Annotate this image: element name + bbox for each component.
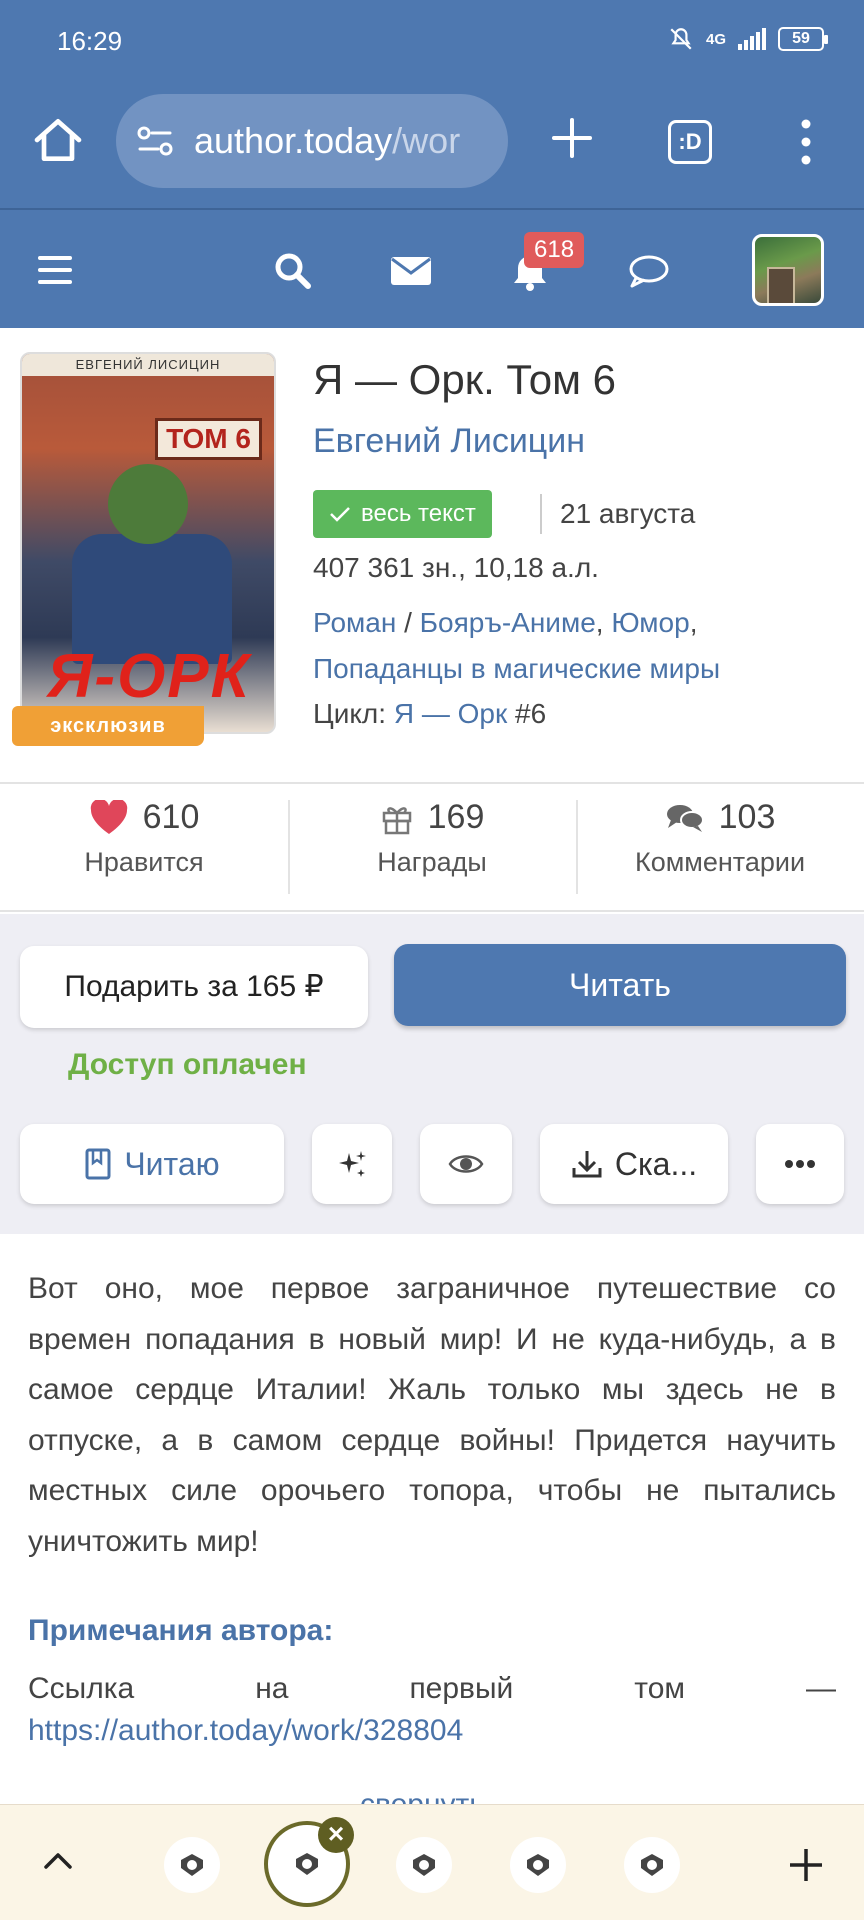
gift-icon (382, 806, 411, 834)
browser-bottom-bar: × (0, 1804, 864, 1920)
add-tab-icon[interactable] (786, 1845, 826, 1885)
book-cycle: Цикл: Я — Орк #6 (313, 698, 546, 730)
cycle-label: Цикл: (313, 698, 394, 729)
tab-thumbnail[interactable] (396, 1837, 452, 1893)
signal-icon (738, 28, 766, 50)
site-logo-icon (181, 1854, 203, 1876)
download-label: Ска... (614, 1145, 698, 1182)
likes-counter[interactable]: 610 Нравится (0, 784, 288, 910)
awards-value: 169 (427, 798, 485, 836)
search-icon[interactable] (272, 250, 312, 290)
battery-icon: 59 (778, 27, 828, 51)
mail-icon[interactable] (390, 256, 432, 286)
bookmark-icon (85, 1148, 111, 1180)
eye-icon (448, 1155, 484, 1173)
update-date: 21 августа (540, 494, 695, 534)
url-text: author.today/wor (194, 120, 460, 162)
completion-status-badge: весь текст (313, 490, 492, 538)
comments-value: 103 (718, 798, 776, 836)
download-button[interactable]: Ска... (540, 1124, 728, 1204)
tab-thumbnail[interactable] (510, 1837, 566, 1893)
check-icon (330, 507, 350, 522)
book-author-link[interactable]: Евгений Лисицин (313, 422, 585, 461)
hamburger-menu-icon[interactable] (36, 254, 74, 286)
status-icons: 4G 59 (668, 26, 828, 52)
likes-label: Нравится (84, 847, 204, 877)
watch-button[interactable] (420, 1124, 512, 1204)
author-notes-text: Ссылка на первый том — (28, 1664, 836, 1714)
first-volume-link[interactable]: https://author.today/work/328804 (28, 1714, 463, 1748)
genre-link-humor[interactable]: Юмор (611, 607, 689, 638)
user-avatar[interactable] (752, 234, 824, 306)
tab-thumbnail[interactable] (624, 1837, 680, 1893)
url-bar[interactable]: author.today/wor (116, 94, 508, 188)
genre-link-popadantsy[interactable]: Попаданцы в магические миры (313, 653, 720, 684)
site-logo-icon (641, 1854, 663, 1876)
browser-chrome: 16:29 4G 59 author.today/wor :D (0, 0, 864, 208)
cover-author: ЕВГЕНИЙ ЛИСИЦИН (22, 354, 274, 376)
cover-art-head (108, 464, 188, 544)
reading-label: Читаю (124, 1145, 220, 1182)
url-path: /wor (392, 120, 461, 161)
completion-status-label: весь текст (361, 500, 476, 527)
comments-label: Комментарии (634, 847, 806, 877)
chevron-up-icon[interactable] (40, 1849, 76, 1873)
access-paid-label: Доступ оплачен (68, 1048, 307, 1081)
book-counters: 610 Нравится 169 Награды 103 Комментарии (0, 782, 864, 912)
site-navbar: 618 (0, 208, 864, 328)
download-icon (572, 1151, 602, 1178)
tabs-button[interactable]: :D (668, 120, 712, 164)
chat-icon[interactable] (628, 254, 670, 288)
site-settings-icon[interactable] (136, 123, 176, 159)
gift-button[interactable]: Подарить за 165 ₽ (20, 946, 368, 1028)
sparkles-icon (339, 1151, 366, 1177)
sparkles-button[interactable] (312, 1124, 392, 1204)
more-button[interactable] (756, 1124, 844, 1204)
genre-separator: / (396, 607, 420, 638)
new-tab-icon[interactable] (548, 114, 596, 162)
likes-value: 610 (142, 798, 200, 836)
notifications-badge: 618 (524, 232, 585, 268)
site-logo-icon (413, 1854, 435, 1876)
network-label: 4G (705, 30, 726, 48)
cycle-number: #6 (507, 698, 547, 729)
reading-button[interactable]: Читаю (20, 1124, 284, 1204)
heart-icon (90, 799, 127, 834)
exclusive-badge: эксклюзив (12, 706, 204, 746)
book-title: Я — Орк. Том 6 (313, 356, 617, 403)
cycle-link[interactable]: Я — Орк (394, 698, 507, 729)
book-description: Вот оно, мое первое заграничное путешест… (28, 1272, 836, 1558)
home-icon[interactable] (30, 112, 86, 168)
comments-counter[interactable]: 103 Комментарии (576, 784, 864, 910)
book-genres: Роман / Бояръ-Аниме, Юмор, Попаданцы в м… (313, 607, 721, 684)
awards-counter[interactable]: 169 Награды (288, 784, 576, 910)
awards-label: Награды (377, 847, 487, 877)
comments-icon (666, 804, 704, 832)
book-stats: 407 361 зн., 10,18 а.л. (313, 552, 599, 583)
book-cover[interactable]: ЕВГЕНИЙ ЛИСИЦИН ТОМ 6 Я-ОРК (20, 352, 276, 734)
note-word: — (806, 1672, 836, 1705)
status-time: 16:29 (57, 26, 123, 56)
read-button[interactable]: Читать (394, 944, 846, 1026)
cover-tom-label: ТОМ 6 (155, 418, 262, 460)
note-word: Ссылка (28, 1672, 135, 1705)
genre-link-novel[interactable]: Роман (313, 607, 396, 638)
actions-panel: Подарить за 165 ₽ Читать Доступ оплачен … (0, 914, 864, 1234)
note-word: том (634, 1672, 686, 1705)
genre-link-boyar-anime[interactable]: Бояръ-Аниме (420, 607, 596, 638)
note-word: первый (409, 1672, 514, 1705)
cover-title: Я-ОРК (47, 642, 251, 711)
close-tab-icon[interactable]: × (318, 1817, 354, 1853)
browser-menu-icon[interactable] (796, 118, 816, 166)
tab-thumbnail[interactable] (164, 1837, 220, 1893)
author-notes-heading: Примечания автора: (28, 1614, 334, 1647)
site-logo-icon (527, 1854, 549, 1876)
note-word: на (255, 1672, 289, 1705)
more-dots-icon (785, 1160, 815, 1168)
mute-icon (670, 28, 692, 50)
url-domain: author.today (194, 120, 393, 161)
site-logo-icon (296, 1853, 318, 1875)
